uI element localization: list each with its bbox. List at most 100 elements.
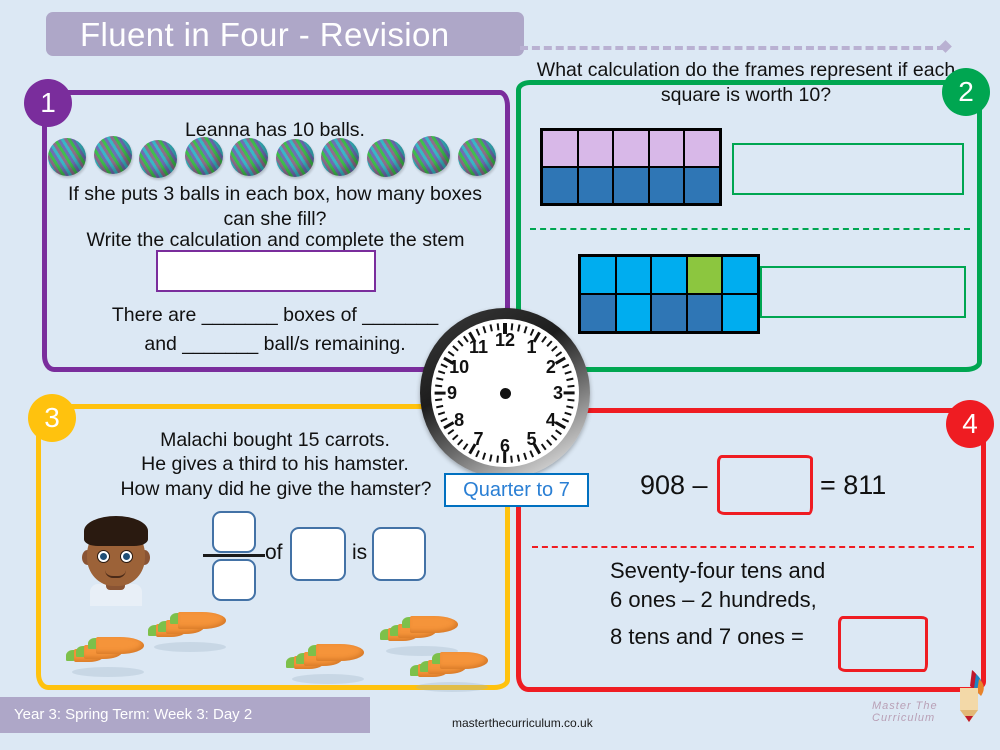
question-1-line-2: If she puts 3 balls in each box, how man…: [67, 183, 483, 230]
question-3-fraction-denominator-box[interactable]: [212, 559, 256, 601]
question-3-fraction-bar: [203, 554, 265, 557]
frame-cell-r2-c3: [651, 294, 687, 332]
question-4-text-line-3: 8 tens and 7 ones =: [610, 624, 804, 649]
frame-cell-r1-c5: [684, 130, 720, 167]
question-2-badge: 2: [942, 68, 990, 116]
ball-2: [93, 136, 132, 174]
frame-cell-r2-c4: [686, 294, 723, 332]
carrot-shadow: [416, 682, 488, 692]
question-3-badge: 3: [28, 394, 76, 442]
question-3-of-label: of: [265, 541, 283, 564]
question-1-calculation-box[interactable]: [156, 250, 376, 292]
clock-tick-3: [523, 326, 528, 334]
clock-tick-34: [475, 450, 481, 458]
question-4-equation-right: = 811: [820, 470, 887, 500]
frame-cell-r2-c5: [722, 294, 758, 332]
clock-numeral-2: 2: [545, 356, 556, 377]
frame-cell-r1-c1: [580, 256, 616, 294]
analogue-clock[interactable]: 12 1 2 3 4 5 6 7 8 9 10 11: [420, 308, 590, 478]
clock-tick-37: [457, 439, 464, 446]
clock-time-label: Quarter to 7: [444, 473, 589, 507]
frame-cell-r1-c2: [615, 256, 652, 294]
clock-tick-42: [438, 411, 446, 416]
frame-cell-r1-c4: [648, 130, 685, 167]
question-2-frame-two-grid: [578, 254, 760, 334]
clock-tick-47: [436, 377, 444, 381]
ball-5: [230, 138, 268, 176]
clock-tick-27: [523, 452, 528, 460]
question-3-is-value-box[interactable]: [372, 527, 426, 581]
question-1-stem-line-1: There are _______ boxes of _______: [111, 304, 439, 326]
ball-illustration-group: [48, 126, 496, 178]
clock-tick-8: [551, 345, 558, 352]
clock-tick-11: [562, 363, 570, 369]
clock-numeral-11: 11: [468, 337, 489, 358]
clock-tick-19: [562, 417, 570, 423]
frame-cell-r1-c2: [577, 130, 614, 167]
carrot-group-5: [410, 648, 490, 692]
clock-tick-43: [436, 405, 444, 409]
ball-4: [184, 137, 223, 175]
carrot-shadow: [154, 642, 226, 652]
frame-cell-r1-c3: [651, 256, 687, 294]
question-2-divider: [530, 228, 970, 230]
clock-tick-4: [529, 328, 535, 336]
clock-tick-18: [564, 411, 572, 416]
clock-face: 12 1 2 3 4 5 6 7 8 9 10 11: [431, 319, 579, 467]
question-4-divider: [532, 546, 974, 548]
frame-cell-r2-c2: [577, 167, 614, 204]
title-dashed-rule: [520, 46, 945, 50]
carrot-shadow: [292, 674, 364, 684]
frame-cell-r2-c4: [648, 167, 685, 204]
question-2-answer-box-two[interactable]: [760, 266, 966, 318]
clock-numeral-7: 7: [473, 428, 484, 449]
clock-tick-17: [566, 405, 574, 409]
question-3-of-value-box[interactable]: [290, 527, 346, 581]
clock-numeral-6: 6: [499, 436, 510, 456]
clock-tick-38: [452, 434, 459, 441]
title-dash-endpoint: [939, 40, 952, 53]
carrot-group-3: [286, 640, 366, 684]
question-4-text-answer-box[interactable]: [838, 616, 928, 672]
clock-tick-56: [475, 328, 481, 336]
clock-tick-33: [482, 452, 487, 460]
footer-term-label: Year 3: Spring Term: Week 3: Day 2: [14, 706, 253, 723]
frame-cell-r2-c1: [542, 167, 578, 204]
ball-6: [275, 139, 314, 177]
clock-tick-28: [517, 454, 521, 462]
page-title: Fluent in Four - Revision: [80, 16, 450, 53]
clock-tick-52: [452, 345, 459, 352]
clock-numeral-4: 4: [545, 409, 556, 430]
question-2-answer-box-one[interactable]: [732, 143, 964, 195]
carrot-shadow: [72, 667, 144, 677]
clock-numeral-3: 3: [552, 383, 563, 403]
question-3-is-label: is: [352, 541, 368, 564]
frame-cell-r2-c2: [615, 294, 652, 332]
clock-centre-hub: [499, 387, 511, 399]
question-4-equation-left: 908 –: [640, 470, 708, 500]
question-2-frame-one-grid: [540, 128, 722, 206]
clock-tick-23: [546, 439, 553, 446]
ball-8: [366, 139, 405, 177]
ball-10: [457, 138, 496, 176]
clock-tick-48: [438, 370, 446, 375]
clock-numeral-9: 9: [446, 383, 457, 403]
pencil-logo-icon: [960, 670, 984, 722]
clock-tick-7: [546, 340, 553, 347]
avatar-pupil-right: [123, 553, 130, 560]
question-4-equation-answer-box[interactable]: [717, 455, 813, 515]
avatar-hair: [84, 516, 148, 546]
ball-3: [139, 140, 177, 178]
carrot-group-2: [148, 608, 228, 652]
clock-numeral-12: 12: [494, 330, 516, 350]
clock-tick-29: [510, 455, 514, 463]
clock-tick-31: [496, 455, 500, 463]
clock-tick-53: [457, 340, 464, 347]
carrot-3: [316, 644, 364, 661]
question-1-stem-line-2: and _______ ball/s remaining.: [144, 333, 406, 355]
avatar-pupil-left: [100, 553, 107, 560]
question-3-fraction-numerator-box[interactable]: [212, 511, 256, 553]
question-4-text-line-2: 6 ones – 2 hundreds,: [610, 587, 817, 612]
clock-tick-26: [529, 450, 535, 458]
carrot-group-1: [66, 633, 146, 677]
